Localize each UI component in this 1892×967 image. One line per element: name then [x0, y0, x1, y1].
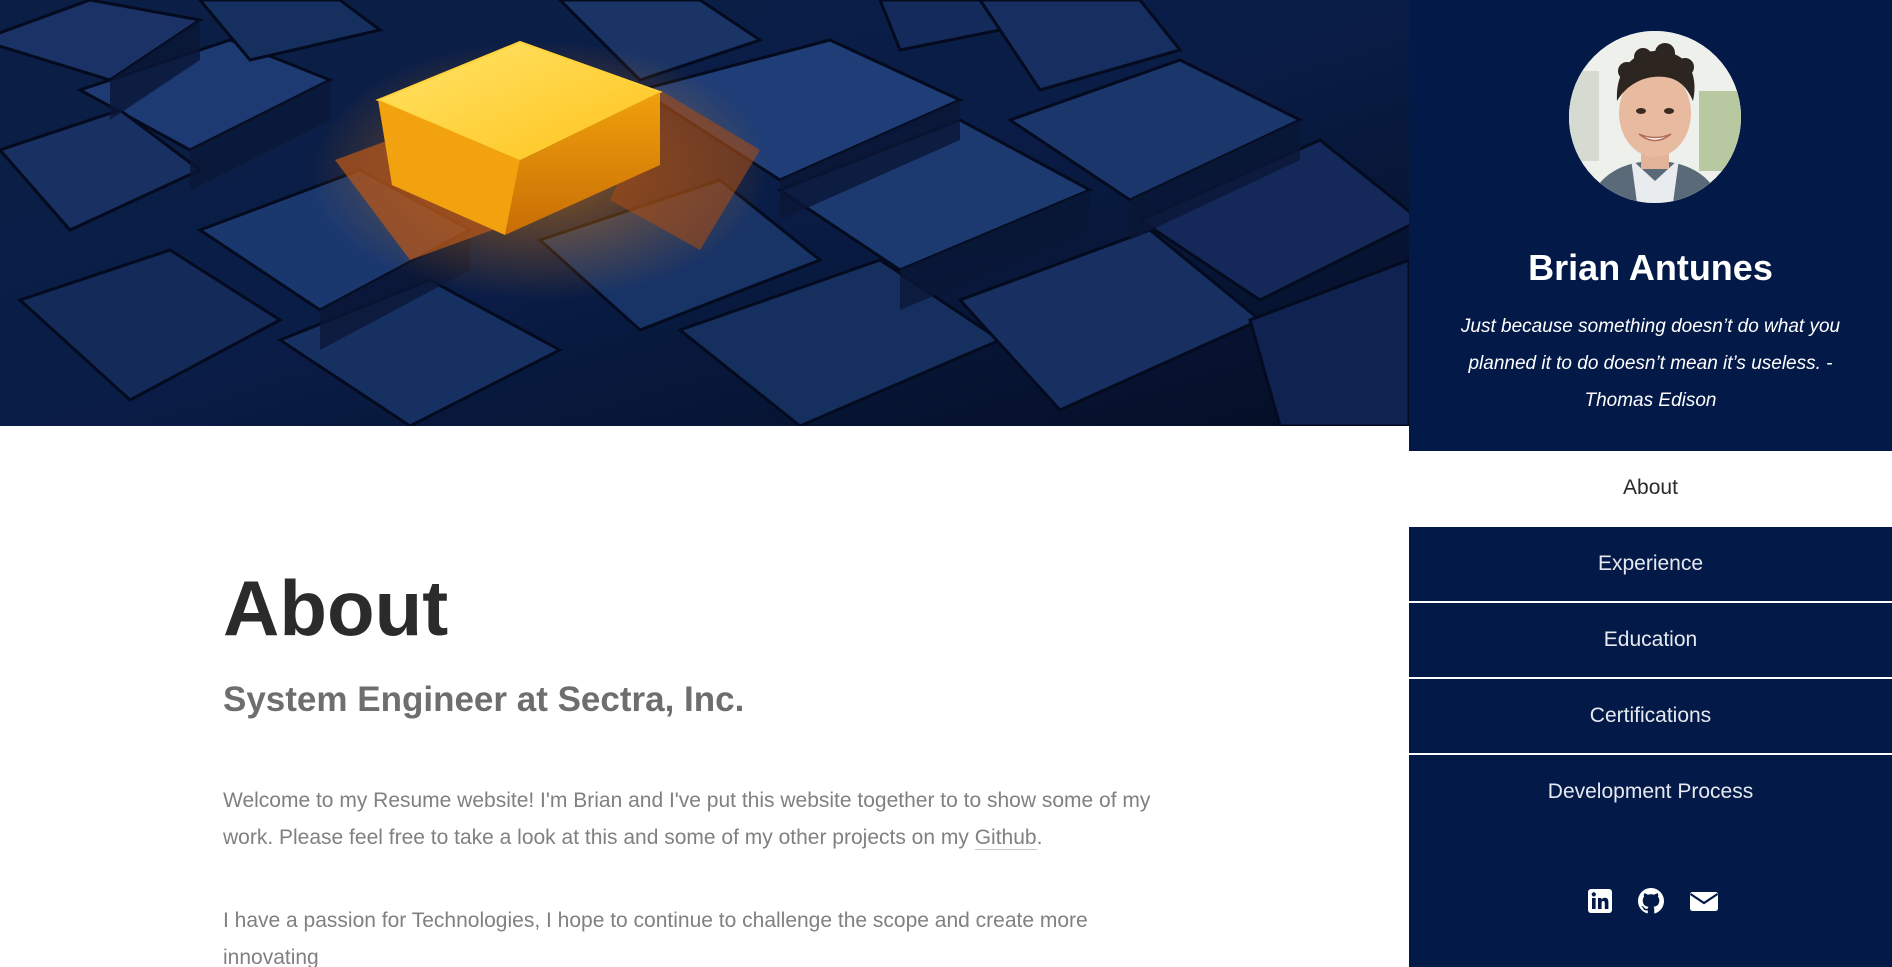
sidebar-nav: About Experience Education Certification…: [1409, 451, 1892, 829]
job-title: System Engineer at Sectra, Inc.: [223, 680, 745, 719]
main-content-area: About System Engineer at Sectra, Inc. We…: [0, 0, 1409, 967]
nav-item-development-process[interactable]: Development Process: [1409, 755, 1892, 829]
profile-quote: Just because something doesn’t do what y…: [1460, 316, 1841, 411]
profile-name: Brian Antunes: [1528, 247, 1773, 288]
hero-banner-image: [0, 0, 1409, 426]
page-title: About: [223, 564, 449, 652]
github-icon[interactable]: [1637, 888, 1664, 914]
sidebar: Brian Antunes Just because something doe…: [1409, 0, 1892, 967]
passion-paragraph: I have a passion for Technologies, I hop…: [223, 909, 1088, 967]
intro-paragraph: Welcome to my Resume website! I'm Brian …: [223, 782, 1183, 856]
nav-item-education[interactable]: Education: [1409, 603, 1892, 679]
avatar: [1569, 31, 1741, 203]
social-links: [1409, 888, 1892, 914]
nav-item-certifications[interactable]: Certifications: [1409, 679, 1892, 755]
intro-end: .: [1036, 826, 1043, 849]
github-link[interactable]: Github: [974, 826, 1037, 850]
nav-item-about[interactable]: About: [1409, 451, 1892, 527]
about-section: About System Engineer at Sectra, Inc. We…: [223, 560, 1183, 967]
nav-item-experience[interactable]: Experience: [1409, 527, 1892, 603]
envelope-icon[interactable]: [1689, 888, 1718, 914]
linkedin-icon[interactable]: [1587, 888, 1613, 914]
